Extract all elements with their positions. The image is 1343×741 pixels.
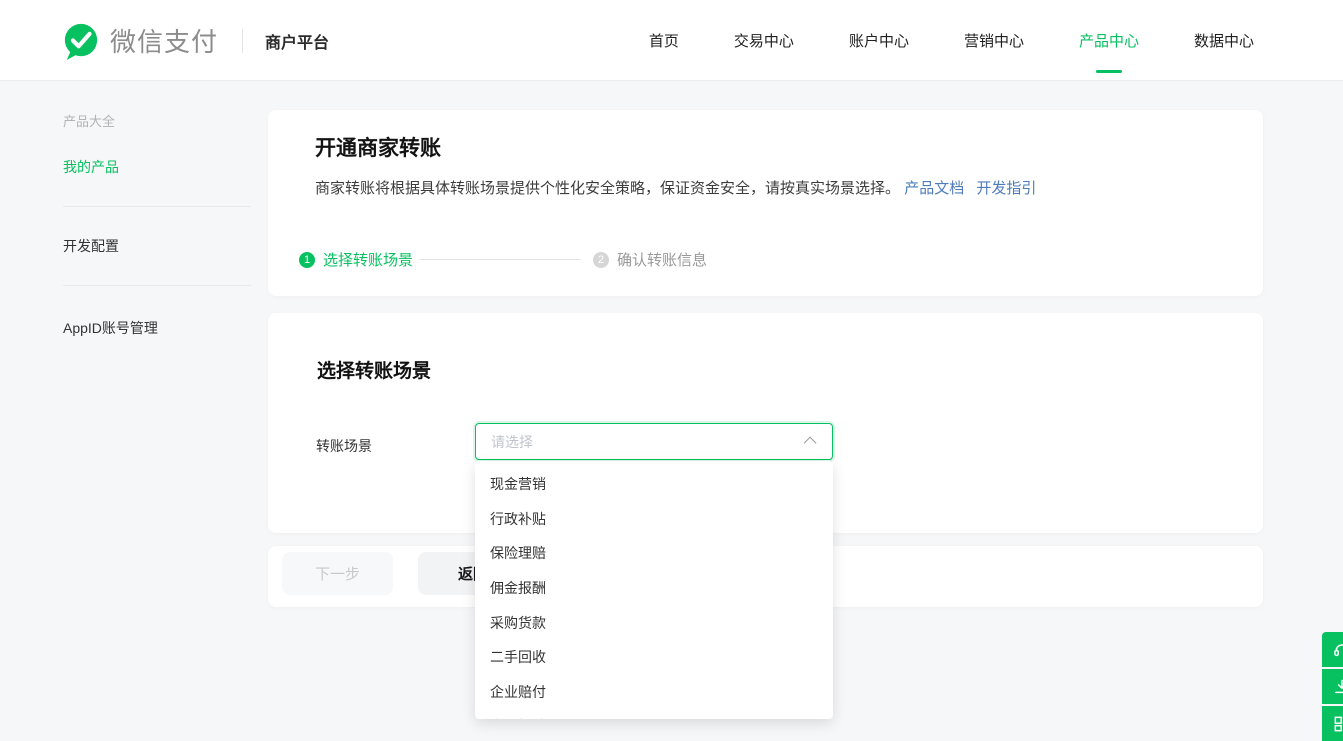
- qrcode-icon: [1332, 714, 1343, 734]
- page-title: 开通商家转账: [315, 132, 441, 162]
- download-icon: [1332, 677, 1343, 697]
- sidebar-divider: [63, 285, 251, 286]
- brand-logo[interactable]: 微信支付 商户平台: [62, 0, 329, 81]
- intro-card: 开通商家转账 商家转账将根据具体转账场景提供个性化安全策略，保证资金安全，请按真…: [268, 110, 1263, 296]
- download-button[interactable]: [1322, 669, 1343, 704]
- next-step-button[interactable]: 下一步: [282, 552, 393, 595]
- transfer-scene-label: 转账场景: [316, 436, 372, 456]
- dev-guide-link[interactable]: 开发指引: [976, 180, 1036, 197]
- stepper: 1 选择转账场景 2 确认转账信息: [299, 249, 707, 270]
- nav-item-account-center[interactable]: 账户中心: [849, 30, 909, 51]
- nav-item-data-center[interactable]: 数据中心: [1194, 30, 1254, 51]
- top-nav: 首页 交易中心 账户中心 营销中心 产品中心 数据中心: [649, 0, 1254, 81]
- option-cash-marketing[interactable]: 现金营销: [475, 467, 833, 502]
- option-admin-subsidy[interactable]: 行政补贴: [475, 502, 833, 537]
- option-procurement-payment[interactable]: 采购货款: [475, 605, 833, 640]
- sidebar-section-label: 产品大全: [63, 111, 115, 130]
- stepper-connector: [419, 259, 581, 260]
- transfer-scene-dropdown: 现金营销 行政补贴 保险理赔 佣金报酬 采购货款 二手回收 企业赔付 企业报销: [475, 461, 833, 719]
- nav-item-transaction-center[interactable]: 交易中心: [734, 30, 794, 51]
- header-divider: [242, 29, 243, 53]
- sidebar-item-my-products[interactable]: 我的产品: [63, 157, 119, 177]
- option-enterprise-compensation[interactable]: 企业赔付: [475, 675, 833, 710]
- select-placeholder: 请选择: [491, 432, 807, 452]
- nav-item-marketing-center[interactable]: 营销中心: [964, 30, 1024, 51]
- brand-name: 微信支付: [110, 22, 218, 59]
- transfer-scene-select[interactable]: 请选择: [475, 423, 833, 460]
- sidebar-item-appid-management[interactable]: AppID账号管理: [63, 318, 158, 338]
- page-description: 商家转账将根据具体转账场景提供个性化安全策略，保证资金安全，请按真实场景选择。 …: [315, 177, 1036, 198]
- nav-item-product-center[interactable]: 产品中心: [1079, 30, 1139, 51]
- headset-icon: [1332, 640, 1343, 660]
- option-insurance-claim[interactable]: 保险理赔: [475, 536, 833, 571]
- platform-title: 商户平台: [265, 29, 329, 53]
- nav-item-home[interactable]: 首页: [649, 30, 679, 51]
- step-1-badge: 1: [299, 252, 315, 268]
- option-commission-reward[interactable]: 佣金报酬: [475, 571, 833, 606]
- product-docs-link[interactable]: 产品文档: [904, 180, 964, 197]
- step-2-label: 确认转账信息: [617, 249, 707, 270]
- sidebar-divider: [63, 206, 251, 207]
- option-enterprise-reimbursement[interactable]: 企业报销: [475, 709, 833, 719]
- option-secondhand-recycle[interactable]: 二手回收: [475, 640, 833, 675]
- customer-service-button[interactable]: [1322, 632, 1343, 667]
- sidebar-item-dev-config[interactable]: 开发配置: [63, 236, 119, 256]
- wechat-pay-logo-icon: [62, 22, 100, 60]
- description-text: 商家转账将根据具体转账场景提供个性化安全策略，保证资金安全，请按真实场景选择。: [315, 180, 900, 197]
- top-header: 微信支付 商户平台 首页 交易中心 账户中心 营销中心 产品中心 数据中心: [0, 0, 1343, 81]
- step-2-badge: 2: [593, 252, 609, 268]
- qrcode-button[interactable]: [1322, 706, 1343, 741]
- form-heading: 选择转账场景: [317, 356, 431, 383]
- step-1-label: 选择转账场景: [323, 249, 413, 270]
